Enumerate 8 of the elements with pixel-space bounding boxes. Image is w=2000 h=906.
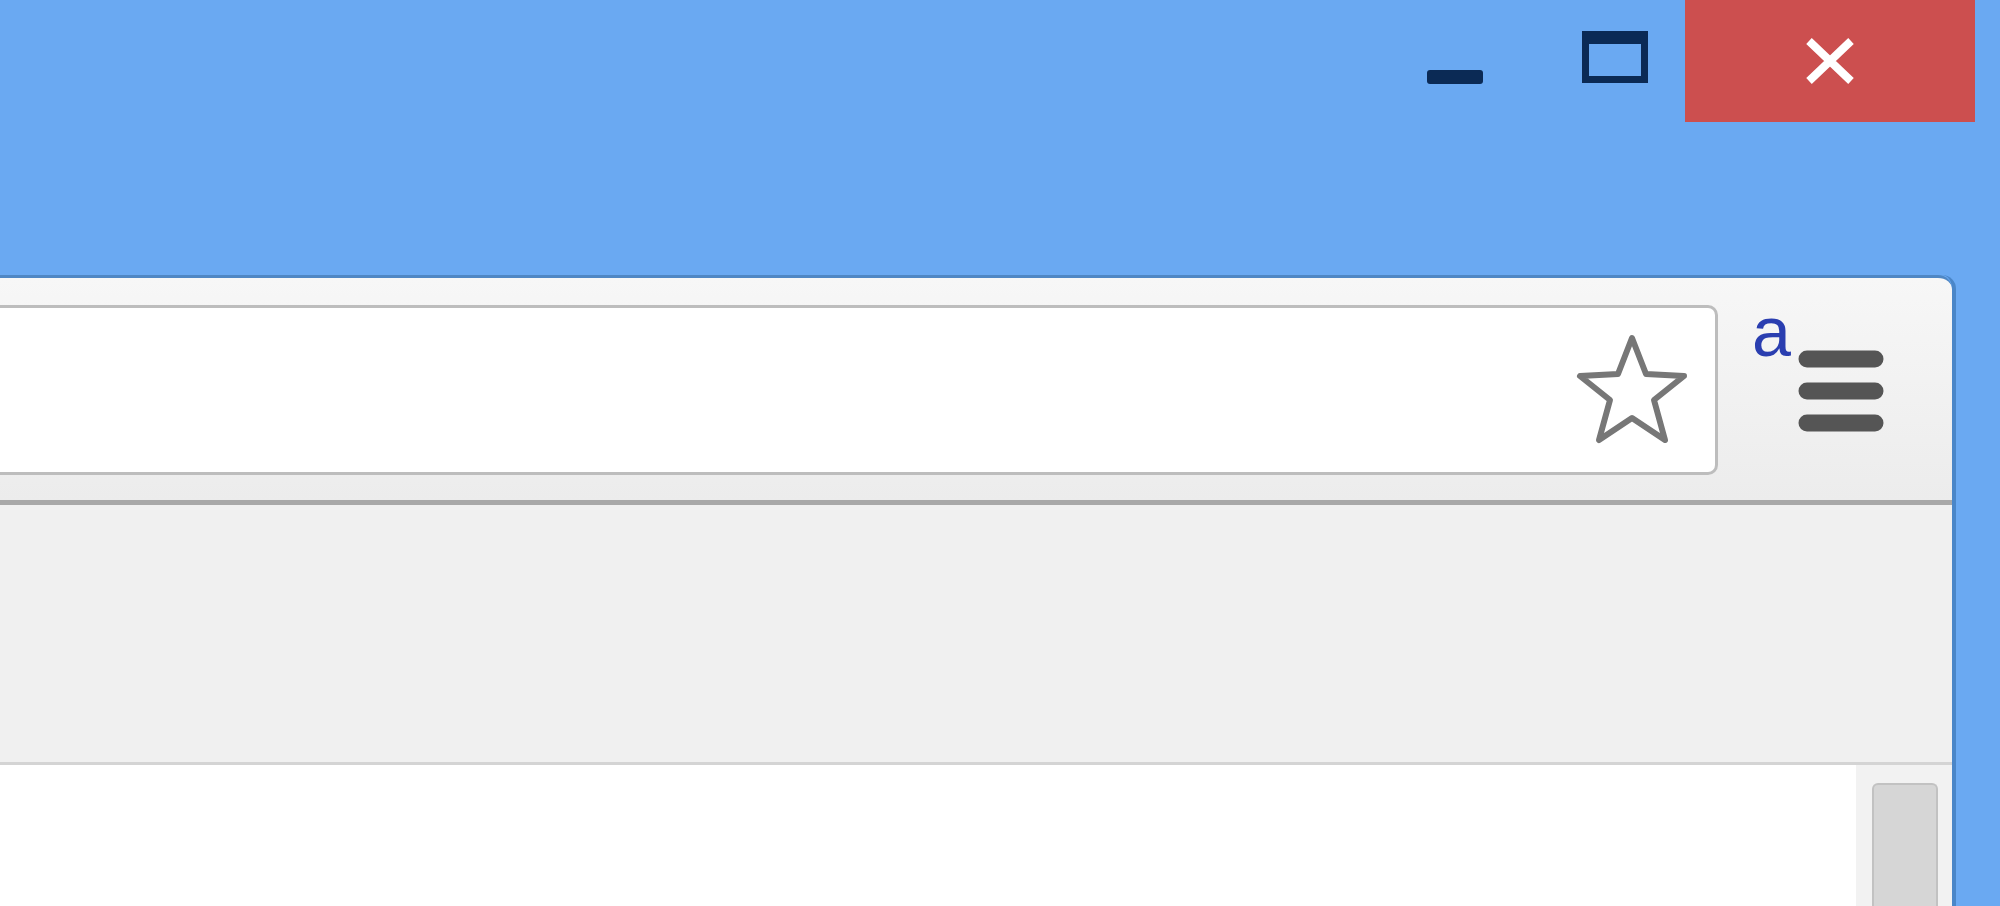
close-button[interactable] (1685, 0, 1975, 122)
close-icon (1805, 38, 1855, 84)
menu-icon[interactable] (1798, 349, 1884, 433)
extension-label: a (1752, 297, 1791, 367)
maximize-icon (1582, 31, 1648, 83)
minimize-icon (1427, 70, 1483, 84)
scrollbar[interactable] (1856, 765, 1952, 906)
scrollbar-thumb[interactable] (1872, 783, 1938, 906)
